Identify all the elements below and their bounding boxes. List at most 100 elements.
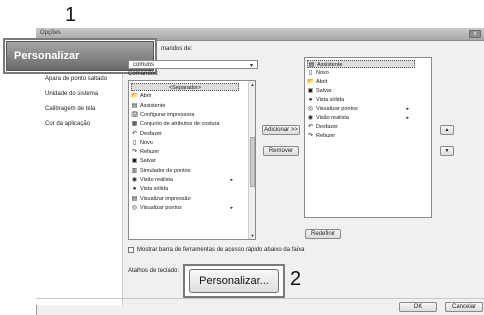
open-icon: 📂 bbox=[307, 79, 315, 85]
toolbar-item-label: Abrir bbox=[316, 79, 328, 85]
window-title: Opções bbox=[40, 30, 61, 36]
toolbar-item[interactable]: ↷ Refazer bbox=[307, 132, 415, 140]
save-icon: ▣ bbox=[131, 158, 138, 165]
command-item[interactable]: ▤ Visualizar impressão bbox=[131, 195, 239, 203]
new-icon: ▯ bbox=[308, 70, 313, 76]
toolbar-item-label: Desfazer bbox=[316, 124, 339, 130]
command-item[interactable]: 🖨Configurar impressora bbox=[131, 111, 239, 119]
step-number-2: 2 bbox=[290, 268, 302, 290]
command-item-label: Novo bbox=[140, 139, 153, 146]
toolbar-item[interactable]: 📂 Abrir bbox=[307, 78, 415, 86]
nav-item-app-color[interactable]: Cor da aplicação bbox=[45, 121, 90, 127]
nav-item-customize-label: Personalizar bbox=[14, 50, 80, 62]
command-item[interactable]: 📂 Abrir bbox=[131, 92, 239, 100]
chevron-down-icon: ▼ bbox=[249, 63, 254, 69]
command-item-label: Configurar impressora bbox=[140, 111, 195, 118]
nav-item-screen-calibration[interactable]: Calibragem de tela bbox=[45, 106, 95, 112]
commands-listbox[interactable]: ▲ ▼ <Separador> 📂 Abrir ▤ Assistente 🖨Configu… bbox=[128, 80, 256, 240]
nav-item-system-unit[interactable]: Unidade do sistema bbox=[45, 91, 98, 97]
simulator-icon: ▥ bbox=[131, 167, 138, 174]
customize-shortcuts-button[interactable]: Personalizar... bbox=[189, 269, 279, 293]
choose-commands-select[interactable]: comuns ▼ bbox=[128, 60, 258, 69]
redo-icon: ↷ bbox=[131, 149, 138, 156]
toolbar-item[interactable]: ↶ Desfazer bbox=[307, 123, 415, 131]
solid-view-icon: ● bbox=[308, 97, 313, 103]
toolbar-item-label: Visualizar pontos bbox=[316, 106, 358, 112]
realistic-view-icon: ◉ bbox=[307, 115, 314, 121]
command-item[interactable]: ● Vista sólida bbox=[131, 185, 239, 193]
scroll-thumb[interactable] bbox=[250, 137, 255, 187]
command-item-label: Simulador de pontos bbox=[140, 167, 191, 174]
toolbar-item[interactable]: ◎ Visualizar pontos ▸ bbox=[307, 105, 415, 113]
realistic-view-icon: ◉ bbox=[131, 177, 138, 183]
command-item[interactable]: ▯ Novo bbox=[131, 139, 239, 147]
move-up-button[interactable]: ▲ bbox=[440, 125, 454, 135]
save-icon: ▣ bbox=[307, 88, 314, 94]
command-item[interactable]: ▦ Conjunto de atributos de costura bbox=[131, 120, 239, 128]
show-toolbar-below-checkbox[interactable] bbox=[128, 247, 134, 253]
command-item-label: Visão realista bbox=[140, 177, 173, 183]
command-item-label: Abrir bbox=[140, 93, 152, 100]
nav-item-stitch-trim[interactable]: Apara de ponto saltado bbox=[45, 76, 107, 82]
redo-icon: ↷ bbox=[307, 133, 314, 139]
command-item-label: Vista sólida bbox=[140, 186, 169, 193]
command-item[interactable]: ↶ Desfazer bbox=[131, 130, 239, 138]
commands-label: Comandos: bbox=[128, 71, 159, 77]
command-item[interactable]: ◉ Visão realista ▸ bbox=[131, 176, 239, 184]
view-stitches-icon: ◎ bbox=[131, 204, 138, 211]
toolbar-item-label: Assistente bbox=[317, 62, 343, 68]
print-preview-icon: ▤ bbox=[131, 195, 138, 202]
add-button[interactable]: Adicionar >> bbox=[262, 125, 300, 135]
toolbar-item-label: Novo bbox=[316, 70, 329, 76]
command-item-label: Conjunto de atributos de costura bbox=[140, 121, 220, 128]
assistant-icon: ▤ bbox=[131, 102, 138, 109]
command-item-label: Assistente bbox=[140, 102, 166, 109]
scroll-down-icon[interactable]: ▼ bbox=[249, 233, 255, 238]
step-number-1: 1 bbox=[65, 4, 77, 26]
submenu-arrow-icon: ▸ bbox=[230, 204, 233, 211]
toolbar-item[interactable]: ◉ Visão realista ▸ bbox=[307, 114, 415, 122]
command-item-label: Visualizar pontos bbox=[140, 204, 182, 211]
command-item[interactable]: ▤ Assistente bbox=[131, 102, 239, 110]
assistant-icon: ▤ bbox=[308, 62, 315, 68]
toolbar-item-label: Salvar bbox=[316, 88, 332, 94]
command-item-label: Visualizar impressão bbox=[140, 195, 191, 202]
shortcuts-label: Atalhos de teclado: bbox=[128, 268, 180, 274]
toolbar-item-label: Refazer bbox=[316, 133, 336, 139]
command-item-label: Salvar bbox=[140, 158, 156, 165]
command-item[interactable]: ◎ Visualizar pontos ▸ bbox=[131, 204, 239, 212]
printer-icon: 🖨 bbox=[131, 111, 139, 118]
commands-scrollbar[interactable]: ▲ ▼ bbox=[248, 81, 255, 239]
toolbar-item[interactable]: ▣ Salvar bbox=[307, 87, 415, 95]
command-item-label: Refazer bbox=[140, 149, 160, 156]
ok-button[interactable]: OK bbox=[399, 302, 437, 312]
command-item-label: <Separador> bbox=[168, 85, 202, 91]
toolbar-item-label: Vista sólida bbox=[316, 97, 345, 103]
undo-icon: ↶ bbox=[131, 130, 138, 137]
command-item[interactable]: ▣ Salvar bbox=[131, 157, 239, 165]
command-item[interactable]: <Separador> bbox=[131, 83, 239, 91]
show-toolbar-below-label: Mostrar barra de ferramentas de acesso r… bbox=[137, 247, 305, 253]
command-item[interactable]: ↷ Refazer bbox=[131, 148, 239, 156]
bottom-separator bbox=[36, 298, 484, 299]
toolbar-item[interactable]: ▤ Assistente bbox=[307, 60, 415, 68]
new-icon: ▯ bbox=[132, 139, 137, 146]
reset-button[interactable]: Redefinir bbox=[305, 229, 341, 239]
command-item-label: Desfazer bbox=[140, 130, 163, 137]
undo-icon: ↶ bbox=[307, 124, 314, 130]
remove-button[interactable]: Remover bbox=[263, 146, 299, 156]
scroll-up-icon[interactable]: ▲ bbox=[249, 82, 255, 87]
move-down-button[interactable]: ▼ bbox=[440, 146, 454, 156]
command-item[interactable]: ▥ Simulador de pontos bbox=[131, 167, 239, 175]
toolbar-listbox[interactable]: ▤ Assistente ▯ Novo 📂 Abrir ▣ Salvar ● Vista sóli… bbox=[304, 57, 432, 218]
view-stitches-icon: ◎ bbox=[307, 106, 314, 112]
cancel-button[interactable]: Cancelar bbox=[445, 302, 483, 312]
solid-view-icon: ● bbox=[132, 186, 137, 193]
submenu-arrow-icon: ▸ bbox=[406, 106, 409, 112]
toolbar-item[interactable]: ▯ Novo bbox=[307, 69, 415, 77]
choose-commands-value: comuns bbox=[133, 62, 155, 68]
stitch-set-icon: ▦ bbox=[131, 121, 138, 128]
choose-commands-label: mandos de: bbox=[161, 46, 193, 52]
toolbar-item[interactable]: ● Vista sólida bbox=[307, 96, 415, 104]
close-button[interactable]: x bbox=[469, 30, 481, 38]
